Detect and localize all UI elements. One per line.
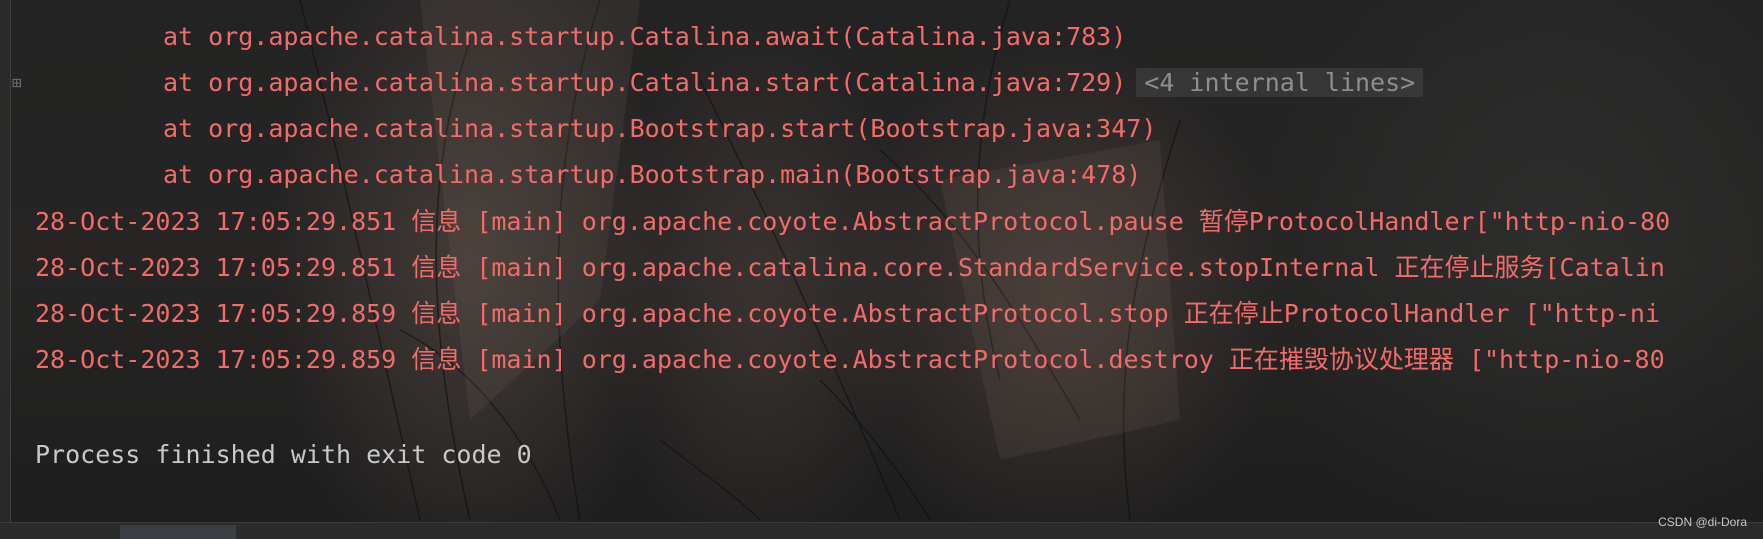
stack-trace-line-with-fold: at org.apache.catalina.startup.Catalina.… xyxy=(35,64,1424,102)
exit-message: Process finished with exit code 0 xyxy=(35,440,532,469)
stack-trace-line: at org.apache.catalina.startup.Bootstrap… xyxy=(163,160,1142,189)
console-output: at org.apache.catalina.startup.Catalina.… xyxy=(0,0,1763,469)
stack-trace-line: at org.apache.catalina.startup.Catalina.… xyxy=(163,22,1127,51)
log-line: 28-Oct-2023 17:05:29.851 信息 [main] org.a… xyxy=(35,207,1671,236)
stack-trace-line: at org.apache.catalina.startup.Bootstrap… xyxy=(163,114,1157,143)
log-line: 28-Oct-2023 17:05:29.859 信息 [main] org.a… xyxy=(35,345,1665,374)
watermark: CSDN @di-Dora xyxy=(1658,515,1747,529)
folded-internal-lines[interactable]: <4 internal lines> xyxy=(1136,68,1424,97)
tool-window-bar xyxy=(0,522,1763,539)
run-console: ⊞ at org.apache.catalina.startup.Catalin… xyxy=(0,0,1763,539)
log-line: 28-Oct-2023 17:05:29.859 信息 [main] org.a… xyxy=(35,299,1661,328)
log-line: 28-Oct-2023 17:05:29.851 信息 [main] org.a… xyxy=(35,253,1665,282)
stack-trace-line: at org.apache.catalina.startup.Catalina.… xyxy=(163,68,1127,97)
active-tool-tab[interactable] xyxy=(120,525,236,539)
